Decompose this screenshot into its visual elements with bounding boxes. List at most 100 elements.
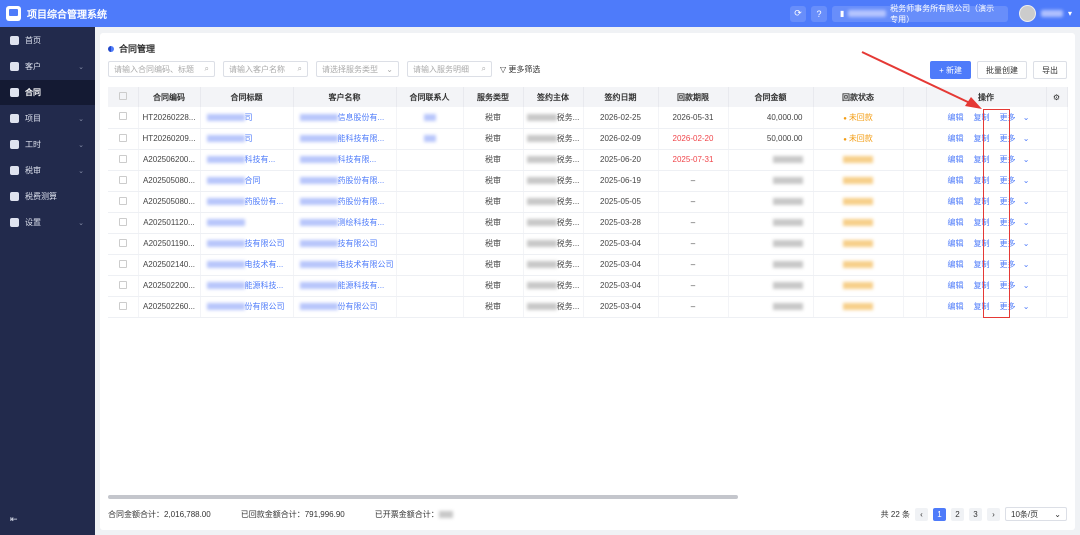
customer-name[interactable]: 技有限公司 [293, 233, 397, 255]
row-checkbox[interactable] [108, 149, 139, 171]
service-type-select[interactable]: 请选择服务类型 ⌄ [316, 61, 399, 77]
row-checkbox[interactable] [108, 275, 139, 297]
signing-party: 税务... [523, 275, 584, 297]
row-checkbox[interactable] [108, 296, 139, 318]
sidebar-item-tax-calc[interactable]: 税费测算 [0, 184, 95, 209]
screen-icon[interactable]: ⟳ [789, 5, 806, 22]
sidebar-item-settings[interactable]: 设置 ⌄ [0, 210, 95, 235]
top-bar: 项目综合管理系统 ⟳ ? ▮ 税务师事务所有限公司（演示专用） ▾ [0, 0, 1080, 27]
contract-title[interactable]: 技有限公司 [200, 233, 294, 255]
tax-calc-icon [10, 192, 19, 201]
contact[interactable] [396, 233, 464, 255]
contract-title[interactable]: 份有限公司 [200, 296, 294, 318]
contract-title[interactable]: 司 [200, 107, 294, 129]
row-checkbox[interactable] [108, 128, 139, 150]
page-3-button[interactable]: 3 [969, 507, 982, 521]
sidebar-item-timesheet[interactable]: 工时 ⌄ [0, 132, 95, 157]
invoiced-amount: 已开票金额合计： [375, 509, 453, 520]
page-1-button[interactable]: 1 [933, 507, 946, 521]
collapse-sidebar-icon[interactable]: ⇤ [10, 514, 18, 525]
signing-date: 2025-03-04 [583, 254, 659, 276]
row-checkbox[interactable] [108, 233, 139, 255]
more-filters-button[interactable]: ▽ 更多筛选 [500, 64, 540, 75]
edit-button[interactable]: 编辑 [948, 176, 964, 185]
customer-name[interactable]: 能源科技有... [293, 275, 397, 297]
contract-code-input[interactable]: 请输入合同编码、标题 ⌕ [108, 61, 215, 77]
contract-amount [728, 212, 814, 234]
service-detail-input[interactable]: 请输入服务明细 ⌕ [407, 61, 492, 77]
edit-button[interactable]: 编辑 [948, 134, 964, 143]
customer-name[interactable]: 科技有限... [293, 149, 397, 171]
export-button[interactable]: 导出 [1033, 61, 1067, 79]
customer-name[interactable]: 药股份有限... [293, 170, 397, 192]
contract-title[interactable]: 电技术有... [200, 254, 294, 276]
edit-button[interactable]: 编辑 [948, 197, 964, 206]
edit-button[interactable]: 编辑 [948, 239, 964, 248]
contract-title[interactable]: 药股份有... [200, 191, 294, 213]
contact[interactable] [396, 149, 464, 171]
contract-title[interactable] [200, 212, 294, 234]
column-settings-icon[interactable]: ⚙ [1046, 87, 1068, 107]
contact[interactable] [396, 107, 464, 129]
user-name[interactable] [1040, 10, 1063, 17]
next-page-button[interactable]: › [987, 507, 1000, 521]
contract-code: HT20260228... [138, 107, 201, 129]
contact[interactable] [396, 212, 464, 234]
sidebar-item-customer[interactable]: 客户 ⌄ [0, 54, 95, 79]
row-checkbox[interactable] [108, 212, 139, 234]
edit-button[interactable]: 编辑 [948, 113, 964, 122]
horizontal-scrollbar[interactable] [108, 495, 738, 499]
edit-button[interactable]: 编辑 [948, 218, 964, 227]
caret-down-icon[interactable]: ▾ [1068, 9, 1072, 18]
edit-button[interactable]: 编辑 [948, 260, 964, 269]
payment-due: – [658, 275, 729, 297]
customer-name[interactable]: 信息股份有... [293, 107, 397, 129]
signing-date: 2025-06-19 [583, 170, 659, 192]
sidebar-item-home[interactable]: 首页 [0, 28, 95, 53]
sidebar-item-tax-audit[interactable]: 税审 ⌄ [0, 158, 95, 183]
row-checkbox[interactable] [108, 107, 139, 129]
page-size-select[interactable]: 10条/页 ⌄ [1005, 507, 1067, 521]
row-checkbox[interactable] [108, 191, 139, 213]
prev-page-button[interactable]: ‹ [915, 507, 928, 521]
contract-title[interactable]: 司 [200, 128, 294, 150]
edit-button[interactable]: 编辑 [948, 281, 964, 290]
contact[interactable] [396, 128, 464, 150]
avatar[interactable] [1018, 5, 1036, 22]
table-row: A202505080... 药股份有... 药股份有限... 税审 税务... … [108, 191, 1068, 213]
contact[interactable] [396, 275, 464, 297]
customer-name[interactable]: 份有限公司 [293, 296, 397, 318]
customer-name-input[interactable]: 请输入客户名称 ⌕ [223, 61, 308, 77]
select-all-checkbox[interactable] [108, 87, 139, 107]
contact[interactable] [396, 296, 464, 318]
customer-name[interactable]: 能科技有限... [293, 128, 397, 150]
timesheet-icon [10, 140, 19, 149]
contract-title[interactable]: 科技有... [200, 149, 294, 171]
sidebar-item-label: 项目 [25, 114, 41, 123]
contract-title[interactable]: 能源科技... [200, 275, 294, 297]
batch-create-button[interactable]: 批量创建 [977, 61, 1027, 79]
row-checkbox[interactable] [108, 170, 139, 192]
sidebar-item-project[interactable]: 项目 ⌄ [0, 106, 95, 131]
column-header: 签约日期 [583, 87, 659, 107]
customer-name[interactable]: 测绘科技有... [293, 212, 397, 234]
contact[interactable] [396, 170, 464, 192]
contract-icon [10, 88, 19, 97]
contract-code: A202501120... [138, 212, 201, 234]
customer-name[interactable]: 电技术有限公司 [293, 254, 397, 276]
org-switcher[interactable]: ▮ 税务师事务所有限公司（演示专用） [831, 4, 1008, 24]
customer-name[interactable]: 药股份有限... [293, 191, 397, 213]
column-header: 服务类型 [463, 87, 524, 107]
sidebar-item-contract[interactable]: 合同 [0, 80, 95, 105]
help-icon[interactable]: ? [810, 5, 827, 22]
contact[interactable] [396, 191, 464, 213]
edit-button[interactable]: 编辑 [948, 302, 964, 311]
contact[interactable] [396, 254, 464, 276]
payment-status [813, 296, 904, 318]
page-2-button[interactable]: 2 [951, 507, 964, 521]
new-button[interactable]: + 新建 [930, 61, 971, 79]
row-checkbox[interactable] [108, 254, 139, 276]
contract-title[interactable]: 合同 [200, 170, 294, 192]
edit-button[interactable]: 编辑 [948, 155, 964, 164]
received-amount: 已回款金额合计：791,996.90 [240, 510, 345, 519]
